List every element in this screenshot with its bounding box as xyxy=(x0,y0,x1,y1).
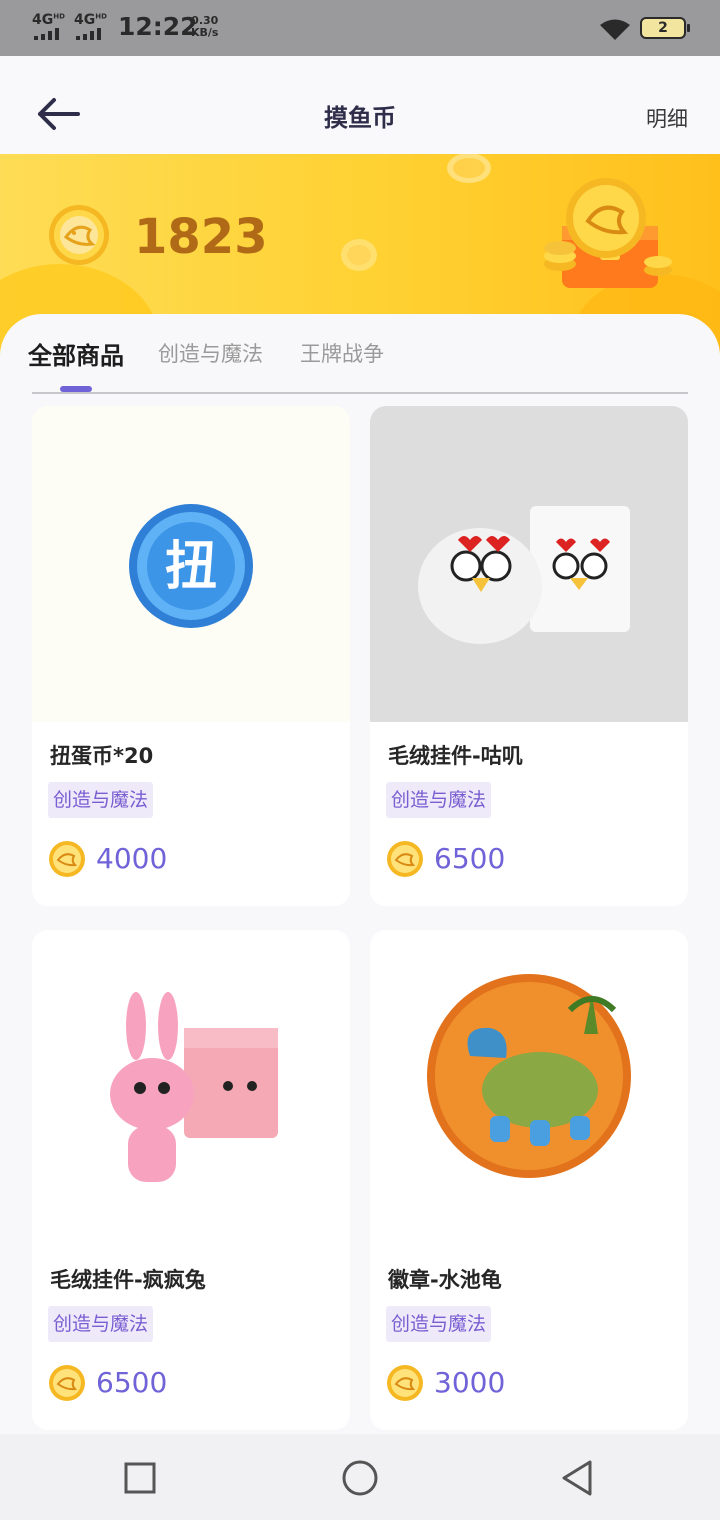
wifi-icon xyxy=(600,19,630,40)
tab-creation-magic[interactable]: 创造与魔法 xyxy=(158,338,263,368)
floating-coin-icon xyxy=(447,154,491,183)
rabbit-plush-icon xyxy=(110,992,278,1182)
fish-coin-icon xyxy=(49,205,109,265)
treasure-chest-icon xyxy=(544,178,672,288)
floating-coin-icon xyxy=(341,239,377,271)
product-name: 毛绒挂件-咕叽 xyxy=(388,744,523,768)
product-image xyxy=(32,930,350,1246)
fish-coin-icon xyxy=(49,841,85,877)
product-name: 扭蛋币*20 xyxy=(50,744,154,768)
product-card[interactable]: 毛绒挂件-咕叽 创造与魔法 6500 xyxy=(370,406,688,906)
circle-icon[interactable] xyxy=(340,1458,380,1498)
gacha-coin-icon: 扭 xyxy=(129,504,253,628)
system-nav-bar xyxy=(0,1434,720,1520)
shop-panel: 全部商品 创造与魔法 王牌战争 扭 扭蛋币*20 创造与魔法 4000 毛绒挂件… xyxy=(0,314,720,1434)
product-card[interactable]: 扭 扭蛋币*20 创造与魔法 4000 xyxy=(32,406,350,906)
fish-coin-icon xyxy=(387,1365,423,1401)
category-tabs: 全部商品 创造与魔法 王牌战争 xyxy=(28,338,688,394)
fish-coin-icon xyxy=(49,1365,85,1401)
triangle-back-icon[interactable] xyxy=(558,1458,598,1498)
status-bar: 4GHD 4GHD 12:22 0.30 KB/s 2 xyxy=(0,0,720,56)
signal-icon-2: 4GHD xyxy=(74,12,112,40)
product-tag: 创造与魔法 xyxy=(386,782,492,818)
balance-value: 1823 xyxy=(134,209,268,265)
product-card[interactable]: 毛绒挂件-疯疯兔 创造与魔法 6500 xyxy=(32,930,350,1430)
clock: 12:22 xyxy=(118,12,198,41)
product-tag: 创造与魔法 xyxy=(48,782,154,818)
product-tag: 创造与魔法 xyxy=(386,1306,492,1342)
product-price: 6500 xyxy=(96,1366,168,1399)
signal-icon-1: 4GHD xyxy=(32,12,70,40)
product-image xyxy=(370,930,688,1246)
product-card[interactable]: 徽章-水池龟 创造与魔法 3000 xyxy=(370,930,688,1430)
product-image: 扭 xyxy=(32,406,350,722)
turtle-badge-icon xyxy=(427,974,631,1178)
product-price: 3000 xyxy=(434,1366,506,1399)
tab-all-products[interactable]: 全部商品 xyxy=(28,336,124,371)
product-name: 毛绒挂件-疯疯兔 xyxy=(50,1268,206,1292)
product-name: 徽章-水池龟 xyxy=(388,1268,502,1292)
page-title: 摸鱼币 xyxy=(324,104,396,132)
product-price: 6500 xyxy=(434,842,506,875)
tab-ace-war[interactable]: 王牌战争 xyxy=(300,338,384,368)
square-icon[interactable] xyxy=(120,1458,160,1498)
tab-indicator xyxy=(60,386,92,392)
svg-text:扭: 扭 xyxy=(165,537,217,597)
product-tag: 创造与魔法 xyxy=(48,1306,154,1342)
battery-icon: 2 xyxy=(640,17,690,39)
product-price: 4000 xyxy=(96,842,168,875)
product-image xyxy=(370,406,688,722)
network-speed: 0.30 KB/s xyxy=(191,14,219,39)
detail-link[interactable]: 明细 xyxy=(646,103,688,133)
top-nav: 摸鱼币 明细 xyxy=(0,56,720,154)
fish-coin-icon xyxy=(387,841,423,877)
chicken-plush-icon xyxy=(418,506,630,644)
